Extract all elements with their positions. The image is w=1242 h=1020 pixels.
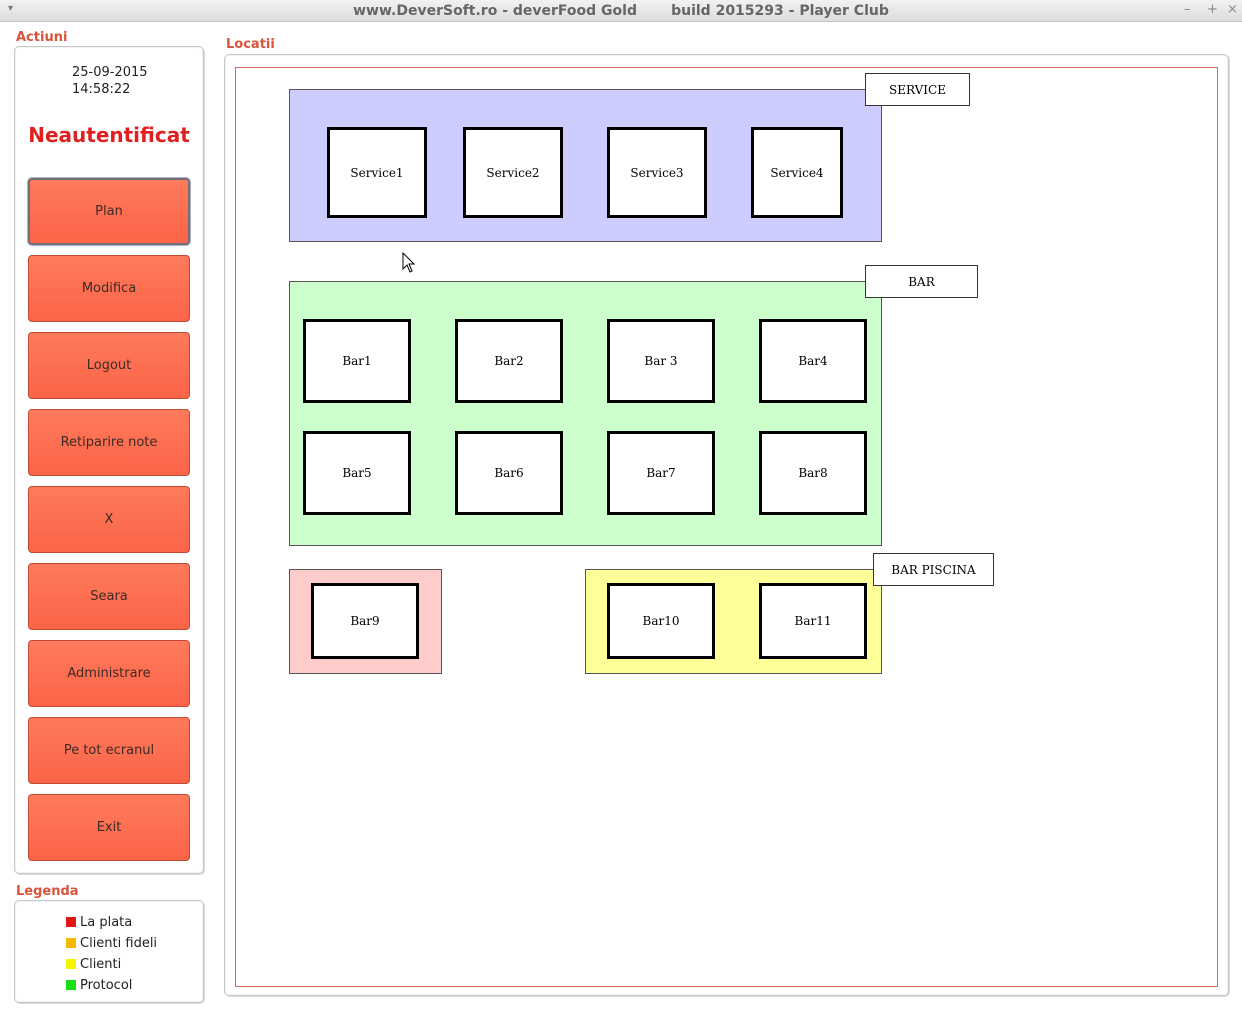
legend-swatch — [66, 938, 76, 948]
zone-label-bar: BAR — [865, 265, 978, 298]
table-bar8[interactable]: Bar8 — [759, 431, 867, 515]
legend-item-clienti-fideli: Clienti fideli — [66, 935, 157, 951]
minimize-icon[interactable]: – — [1184, 2, 1191, 17]
close-icon[interactable]: × — [1227, 2, 1238, 17]
legend-group-label: Legenda — [16, 884, 79, 899]
locations-group-label: Locatii — [226, 37, 275, 52]
exit-button[interactable]: Exit — [28, 794, 190, 861]
zone-label-bar-piscina: BAR PISCINA — [873, 553, 994, 586]
legend-item-clienti: Clienti — [66, 956, 121, 972]
logout-button[interactable]: Logout — [28, 332, 190, 399]
window-titlebar: ▾ www.DeverSoft.ro - deverFood Gold buil… — [0, 0, 1242, 22]
table-service1[interactable]: Service1 — [327, 127, 427, 218]
x-report-button[interactable]: X — [28, 486, 190, 553]
legend-label: Protocol — [80, 977, 133, 993]
legend-label: Clienti fideli — [80, 935, 158, 951]
table-bar2[interactable]: Bar2 — [455, 319, 563, 403]
table-bar10[interactable]: Bar10 — [607, 583, 715, 659]
legend-label: Clienti — [80, 956, 122, 972]
legend-swatch — [66, 959, 76, 969]
legend-item-la-plata: La plata — [66, 914, 132, 930]
legend-swatch — [66, 917, 76, 927]
mouse-cursor-icon — [402, 252, 416, 273]
maximize-icon[interactable]: + — [1207, 2, 1218, 17]
table-service2[interactable]: Service2 — [463, 127, 563, 218]
auth-status: Neautentificat — [28, 123, 190, 147]
actions-group-label: Actiuni — [16, 30, 68, 45]
retiparire-note-button[interactable]: Retiparire note — [28, 409, 190, 476]
table-bar5[interactable]: Bar5 — [303, 431, 411, 515]
current-date: 25-09-2015 — [72, 65, 148, 80]
seara-button[interactable]: Seara — [28, 563, 190, 630]
legend-item-protocol: Protocol — [66, 977, 132, 993]
table-bar6[interactable]: Bar6 — [455, 431, 563, 515]
legend-swatch — [66, 980, 76, 990]
fullscreen-button[interactable]: Pe tot ecranul — [28, 717, 190, 784]
current-time: 14:58:22 — [72, 82, 131, 97]
table-bar3[interactable]: Bar 3 — [607, 319, 715, 403]
table-bar9[interactable]: Bar9 — [311, 583, 419, 659]
table-bar4[interactable]: Bar4 — [759, 319, 867, 403]
table-service3[interactable]: Service3 — [607, 127, 707, 218]
table-bar1[interactable]: Bar1 — [303, 319, 411, 403]
table-service4[interactable]: Service4 — [751, 127, 843, 218]
table-bar7[interactable]: Bar7 — [607, 431, 715, 515]
legend-label: La plata — [80, 914, 133, 930]
table-bar11[interactable]: Bar11 — [759, 583, 867, 659]
plan-button[interactable]: Plan — [28, 178, 190, 245]
datetime-display: 25-09-2015 14:58:22 — [72, 64, 148, 98]
zone-label-service: SERVICE — [865, 73, 970, 106]
administrare-button[interactable]: Administrare — [28, 640, 190, 707]
window-title: www.DeverSoft.ro - deverFood Gold build … — [353, 3, 889, 19]
modifica-button[interactable]: Modifica — [28, 255, 190, 322]
